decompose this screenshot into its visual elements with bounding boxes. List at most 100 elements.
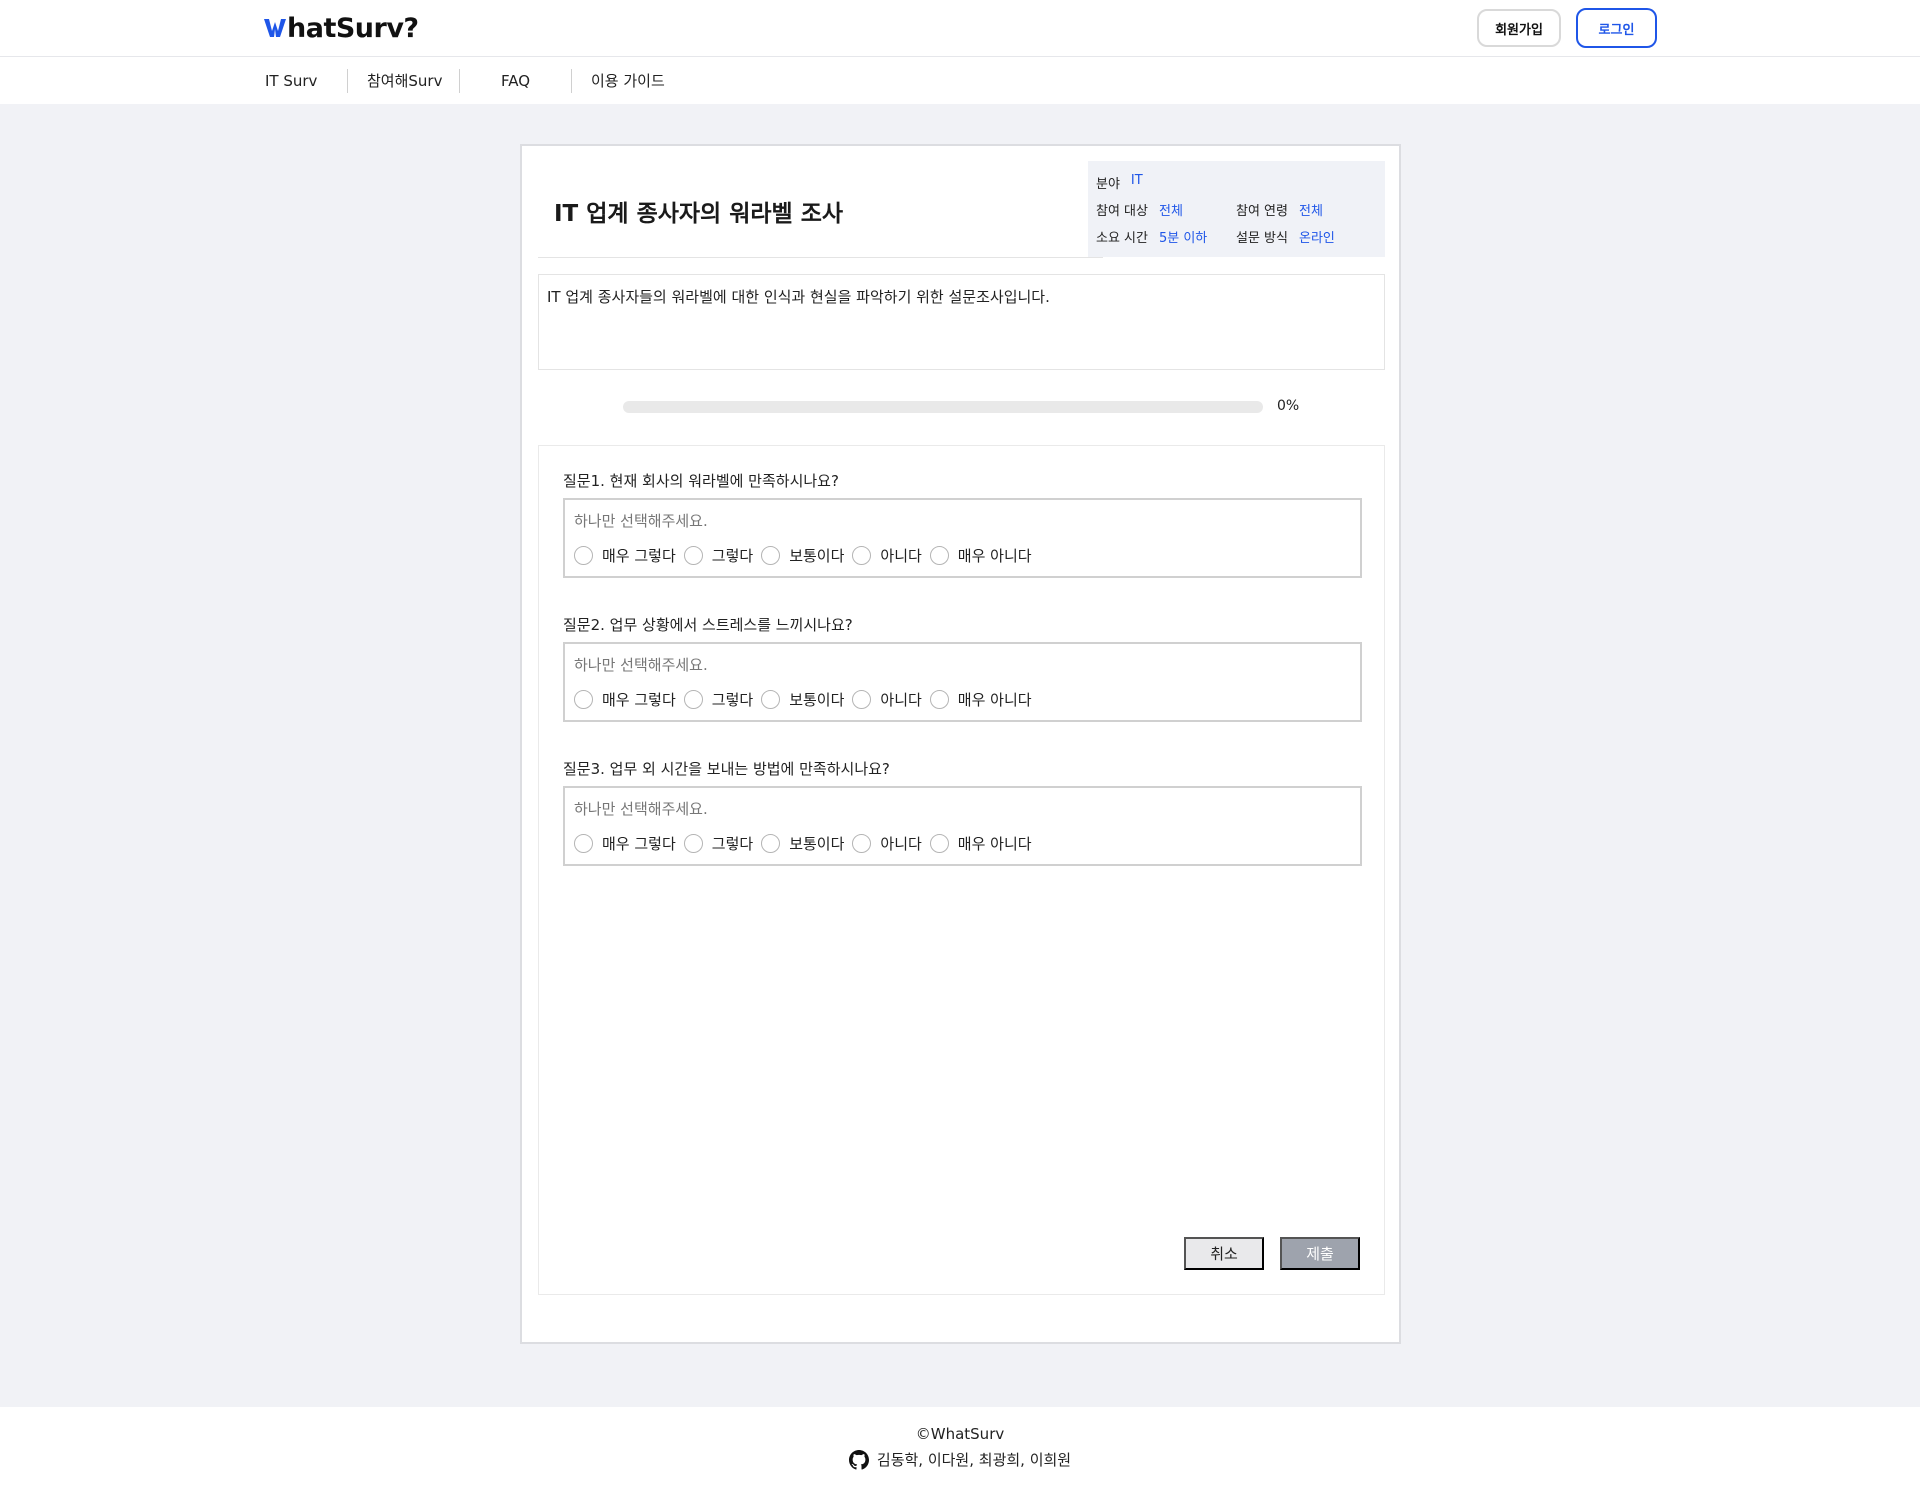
radio-button[interactable] [683,690,703,709]
meta-field-label: 분야 [1096,177,1120,192]
nav-item-participate[interactable]: 참여해Surv [367,57,442,104]
header: hatSurv? 회원가입 로그인 [0,0,1920,57]
logo-w-icon [264,19,286,37]
radio-label: 매우 아니다 [957,691,1032,709]
radio-button[interactable] [683,546,703,565]
radio-group: 매우 그렇다 그렇다 보통이다 아니다 매우 아니다 [574,833,1040,854]
radio-option[interactable]: 아니다 [852,689,922,710]
question-title: 질문1. 현재 회사의 워라벨에 만족하시나요? [563,472,839,490]
survey-meta: 분야 IT 참여 대상 전체 참여 연령 전체 소요 시간 5분 이하 설문 방… [1088,161,1385,257]
radio-button[interactable] [574,834,593,853]
authors-text: 김동학, 이다원, 최광희, 이희원 [876,1451,1072,1469]
question-options-box: 하나만 선택해주세요. 매우 그렇다 그렇다 보통이다 아니다 매우 아니다 [563,786,1362,866]
radio-label: 보통이다 [789,547,845,565]
meta-time: 소요 시간 5분 이하 [1096,227,1207,246]
radio-option[interactable]: 매우 그렇다 [574,833,676,854]
radio-button[interactable] [852,546,872,565]
meta-field-value: IT [1130,173,1143,188]
question-3: 질문3. 업무 외 시간을 보내는 방법에 만족하시나요? 하나만 선택해주세요… [563,758,1362,866]
radio-label: 매우 아니다 [957,835,1032,853]
radio-button[interactable] [929,834,949,853]
radio-label: 매우 그렇다 [602,691,676,709]
radio-button[interactable] [574,690,593,709]
radio-option[interactable]: 매우 그렇다 [574,689,676,710]
radio-option[interactable]: 매우 아니다 [929,689,1032,710]
question-title: 질문2. 업무 상황에서 스트레스를 느끼시나요? [563,616,853,634]
nav-divider [571,69,572,93]
footer: ©WhatSurv 김동학, 이다원, 최광희, 이희원 [0,1407,1920,1488]
survey-description: IT 업계 종사자들의 워라벨에 대한 인식과 현실을 파악하기 위한 설문조사… [538,274,1385,370]
radio-label: 아니다 [880,547,922,565]
nav-divider [347,69,348,93]
radio-option[interactable]: 보통이다 [761,689,844,710]
radio-option[interactable]: 그렇다 [683,689,754,710]
meta-time-label: 소요 시간 [1096,231,1148,246]
nav-item-it-surv[interactable]: IT Surv [265,57,317,104]
github-icon[interactable] [848,1449,869,1470]
copyright-text: ©WhatSurv [915,1425,1005,1443]
radio-option[interactable]: 매우 그렇다 [574,545,676,566]
radio-option[interactable]: 그렇다 [683,833,754,854]
radio-option[interactable]: 보통이다 [761,545,844,566]
submit-button[interactable]: 제출 [1280,1237,1360,1270]
radio-option[interactable]: 보통이다 [761,833,844,854]
radio-button[interactable] [683,834,703,853]
survey-title: IT 업계 종사자의 워라벨 조사 [554,201,844,227]
radio-option[interactable]: 그렇다 [683,545,754,566]
radio-label: 아니다 [880,835,922,853]
progress-bar [623,401,1263,413]
radio-group: 매우 그렇다 그렇다 보통이다 아니다 매우 아니다 [574,545,1040,566]
login-button[interactable]: 로그인 [1576,8,1657,48]
radio-label: 그렇다 [711,691,754,709]
radio-group: 매우 그렇다 그렇다 보통이다 아니다 매우 아니다 [574,689,1040,710]
radio-option[interactable]: 매우 아니다 [929,545,1032,566]
cancel-button[interactable]: 취소 [1184,1237,1264,1270]
survey-card: IT 업계 종사자의 워라벨 조사 분야 IT 참여 대상 전체 참여 연령 전… [520,144,1401,1344]
survey-description-text: IT 업계 종사자들의 워라벨에 대한 인식과 현실을 파악하기 위한 설문조사… [547,288,1050,306]
radio-button[interactable] [852,690,872,709]
logo[interactable]: hatSurv? [264,10,419,46]
meta-method-value: 온라인 [1298,231,1335,246]
radio-button[interactable] [761,546,781,565]
radio-option[interactable]: 아니다 [852,833,922,854]
radio-label: 매우 그렇다 [602,547,676,565]
radio-label: 그렇다 [711,835,754,853]
radio-button[interactable] [761,690,781,709]
logo-text: hatSurv? [287,12,419,44]
nav-item-guide[interactable]: 이용 가이드 [591,57,665,104]
radio-button[interactable] [761,834,781,853]
meta-method-label: 설문 방식 [1236,231,1288,246]
question-2: 질문2. 업무 상황에서 스트레스를 느끼시나요? 하나만 선택해주세요. 매우… [563,614,1362,722]
meta-time-value: 5분 이하 [1158,231,1208,246]
meta-target-value: 전체 [1158,204,1183,219]
question-1: 질문1. 현재 회사의 워라벨에 만족하시나요? 하나만 선택해주세요. 매우 … [563,470,1362,578]
question-title: 질문3. 업무 외 시간을 보내는 방법에 만족하시나요? [563,760,890,778]
nav-item-faq[interactable]: FAQ [501,57,530,104]
meta-target: 참여 대상 전체 [1096,200,1183,219]
radio-label: 아니다 [880,691,922,709]
radio-button[interactable] [852,834,872,853]
radio-option[interactable]: 매우 아니다 [929,833,1032,854]
radio-option[interactable]: 아니다 [852,545,922,566]
meta-method: 설문 방식 온라인 [1236,227,1335,246]
signup-button[interactable]: 회원가입 [1477,9,1561,47]
meta-age: 참여 연령 전체 [1236,200,1323,219]
radio-label: 매우 아니다 [957,547,1032,565]
radio-button[interactable] [929,546,949,565]
question-hint: 하나만 선택해주세요. [574,656,708,674]
radio-label: 보통이다 [789,835,845,853]
meta-target-label: 참여 대상 [1096,204,1148,219]
radio-label: 매우 그렇다 [602,835,676,853]
question-options-box: 하나만 선택해주세요. 매우 그렇다 그렇다 보통이다 아니다 매우 아니다 [563,498,1362,578]
meta-field: 분야 IT [1096,173,1143,192]
nav-divider [459,69,460,93]
authors-row: 김동학, 이다원, 최광희, 이희원 [0,1449,1920,1470]
radio-button[interactable] [574,546,593,565]
question-list: 질문1. 현재 회사의 워라벨에 만족하시나요? 하나만 선택해주세요. 매우 … [538,445,1385,1295]
main-nav: IT Surv 참여해Surv FAQ 이용 가이드 [0,57,1920,104]
radio-button[interactable] [929,690,949,709]
radio-label: 그렇다 [711,547,754,565]
meta-age-label: 참여 연령 [1236,204,1288,219]
title-divider [538,257,1103,258]
meta-age-value: 전체 [1298,204,1323,219]
